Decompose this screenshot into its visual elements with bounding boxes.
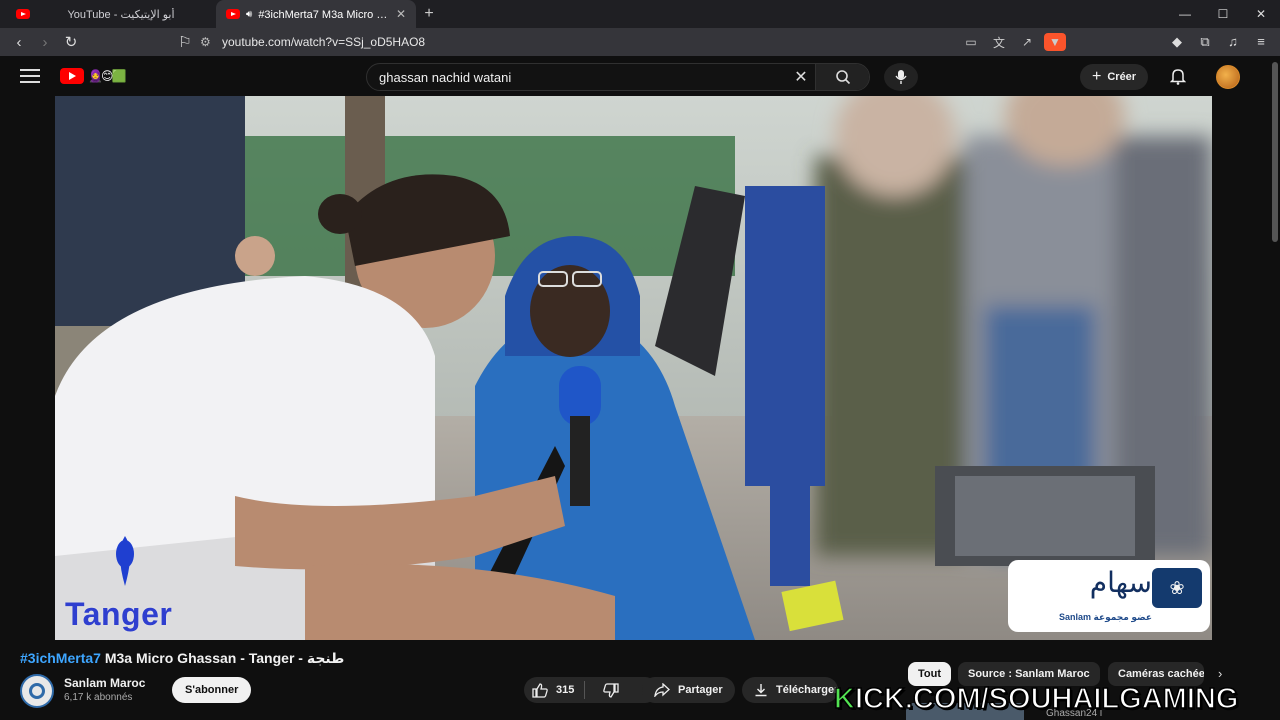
minimize-button[interactable]: — xyxy=(1166,0,1204,28)
kick-watermark-k: K xyxy=(833,682,855,716)
download-label: Télécharger xyxy=(776,684,838,696)
channel-avatar[interactable] xyxy=(20,674,54,708)
share-label: Partager xyxy=(678,684,723,696)
search-icon xyxy=(835,70,850,85)
share-page-icon[interactable]: ↗ xyxy=(1016,35,1038,49)
wallet-icon[interactable]: ◆ xyxy=(1166,34,1188,50)
close-window-button[interactable]: ✕ xyxy=(1242,0,1280,28)
media-icon[interactable]: ♫ xyxy=(1222,34,1244,50)
dislike-button[interactable] xyxy=(593,682,629,698)
page-scrollbar[interactable] xyxy=(1272,62,1278,242)
clear-search-icon[interactable]: ✕ xyxy=(787,67,815,87)
youtube-favicon-icon xyxy=(16,9,30,19)
forward-button[interactable]: › xyxy=(32,29,58,55)
tab-youtube-home[interactable]: YouTube - أبو الإيتيكيت xyxy=(6,0,216,28)
thumbs-down-icon xyxy=(603,682,620,698)
download-icon xyxy=(755,684,767,697)
plus-icon: + xyxy=(1092,68,1102,85)
subscribe-button[interactable]: S'abonner xyxy=(172,677,252,703)
search-button[interactable] xyxy=(815,64,869,90)
tab-current-video[interactable]: 🔊︎ #3ichMerta7 M3a Micro Ghassan - Tange… xyxy=(216,0,416,28)
sponsor-logo: سهام Sanlam عضو مجموعة ❀ xyxy=(1008,560,1210,632)
browser-tab-strip: YouTube - أبو الإيتيكيت 🔊︎ #3ichMerta7 M… xyxy=(0,0,1280,28)
sponsor-emblem-icon: ❀ xyxy=(1152,568,1202,608)
sponsor-subtitle: Sanlam عضو مجموعة xyxy=(1058,612,1152,622)
youtube-favicon-icon xyxy=(226,9,240,19)
thumbs-up-icon xyxy=(532,682,548,698)
video-title-text: M3a Micro Ghassan - Tanger - طنجة xyxy=(100,650,345,666)
extensions-icon[interactable]: ⧉ xyxy=(1194,34,1216,50)
speaker-icon[interactable]: 🔊︎ xyxy=(246,9,252,20)
create-button[interactable]: + Créer xyxy=(1080,64,1149,90)
kick-watermark-text: ICK.COM/SOUHAILGAMING xyxy=(854,682,1239,716)
url-text: youtube.com/watch?v=SSj_oD5HAO8 xyxy=(222,35,426,49)
like-dislike-group: 315 xyxy=(524,677,658,703)
like-count: 315 xyxy=(556,684,575,696)
kick-watermark: KICK.COM/SOUHAILGAMING xyxy=(833,682,1239,716)
video-player[interactable]: Tanger سهام Sanlam عضو مجموعة ❀ xyxy=(55,96,1212,640)
download-button[interactable]: Télécharger xyxy=(742,677,838,703)
search-box: ✕ xyxy=(366,63,870,91)
extensions-area: ◆ ⧉ ♫ ≡ xyxy=(1166,34,1272,50)
hamburger-menu-icon[interactable] xyxy=(20,69,40,83)
menu-icon[interactable]: ≡ xyxy=(1250,34,1272,50)
maximize-button[interactable]: ☐ xyxy=(1204,0,1242,28)
youtube-header: 🧕😊🟩 ✕ + Créer xyxy=(0,56,1280,96)
search-input[interactable] xyxy=(367,64,787,90)
close-tab-icon[interactable]: ✕ xyxy=(396,7,406,21)
back-button[interactable]: ‹ xyxy=(6,29,32,55)
tab-title: #3ichMerta7 M3a Micro Ghassan - Tanger -… xyxy=(258,8,390,21)
voice-search-button[interactable] xyxy=(884,63,918,91)
window-controls: — ☐ ✕ xyxy=(1166,0,1280,28)
subscriber-count: 6,17 k abonnés xyxy=(64,692,133,703)
youtube-play-icon xyxy=(60,68,84,84)
bell-icon xyxy=(1169,69,1187,85)
cast-icon[interactable]: ▭ xyxy=(960,35,982,49)
like-button[interactable]: 315 xyxy=(524,681,586,699)
address-bar-actions: ▭ 文 ↗ ▼ xyxy=(960,33,1066,51)
notifications-button[interactable] xyxy=(1169,68,1187,90)
doodle-icon: 🧕😊🟩 xyxy=(88,69,126,83)
tab-title: YouTube - أبو الإيتيكيت xyxy=(67,8,175,21)
browser-toolbar: ‹ › ↻ ⚐ ⚙ youtube.com/watch?v=SSj_oD5HAO… xyxy=(0,28,1280,56)
create-label: Créer xyxy=(1107,71,1137,83)
address-bar[interactable]: ⚙ youtube.com/watch?v=SSj_oD5HAO8 xyxy=(200,31,1090,53)
overlay-city-label: Tanger xyxy=(65,596,173,632)
brave-shields-icon[interactable]: ▼ xyxy=(1044,33,1066,51)
chevron-right-icon[interactable]: › xyxy=(1218,666,1222,681)
video-frame xyxy=(55,96,1212,640)
share-button[interactable]: Partager xyxy=(642,677,735,703)
share-arrow-icon xyxy=(654,683,670,697)
account-avatar[interactable] xyxy=(1216,65,1240,89)
hashtag-link[interactable]: #3ichMerta7 xyxy=(20,650,101,666)
youtube-logo[interactable]: 🧕😊🟩 xyxy=(60,68,126,84)
channel-name[interactable]: Sanlam Maroc xyxy=(64,676,145,690)
bookmark-icon[interactable]: ⚐ xyxy=(172,29,198,55)
sponsor-arabic-name: سهام xyxy=(1089,566,1152,599)
site-settings-icon[interactable]: ⚙ xyxy=(200,35,222,49)
translate-icon[interactable]: 文 xyxy=(988,34,1010,51)
new-tab-button[interactable]: + xyxy=(416,1,442,27)
reload-button[interactable]: ↻ xyxy=(58,29,84,55)
microphone-icon xyxy=(895,70,907,84)
video-title: #3ichMerta7 M3a Micro Ghassan - Tanger -… xyxy=(20,650,344,667)
